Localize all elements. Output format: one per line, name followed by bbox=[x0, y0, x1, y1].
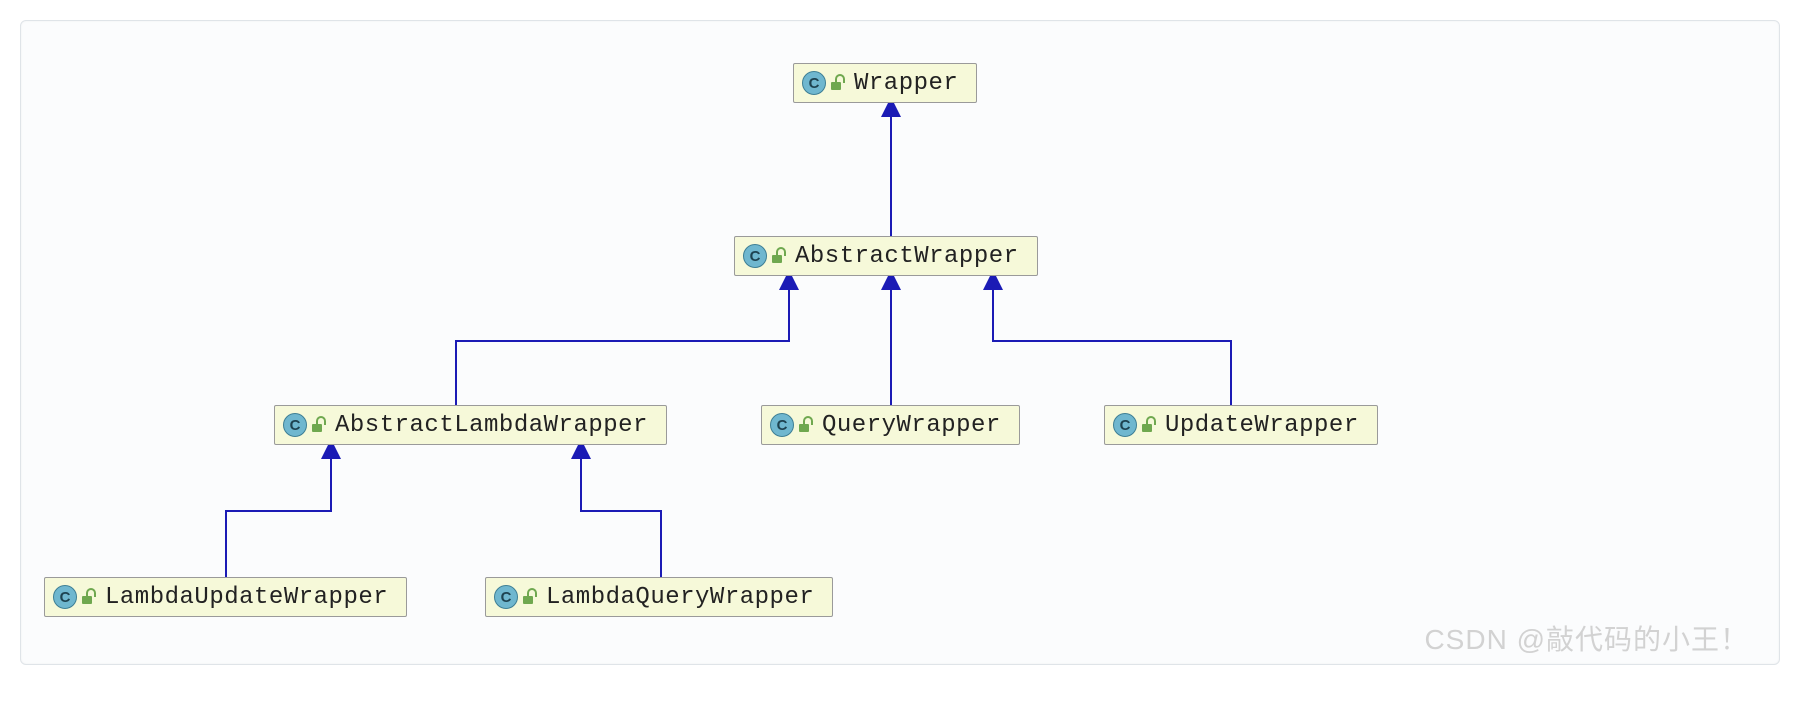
unlock-icon bbox=[311, 418, 325, 432]
hierarchy-arrows bbox=[21, 21, 1779, 664]
unlock-icon bbox=[771, 249, 785, 263]
class-icon: C bbox=[770, 413, 794, 437]
class-label: Wrapper bbox=[854, 70, 958, 97]
class-node-abstractwrapper[interactable]: C AbstractWrapper bbox=[734, 236, 1038, 276]
unlock-icon bbox=[798, 418, 812, 432]
class-node-lambdaquerywrapper[interactable]: C LambdaQueryWrapper bbox=[485, 577, 833, 617]
unlock-icon bbox=[1141, 418, 1155, 432]
class-icon: C bbox=[283, 413, 307, 437]
class-node-wrapper[interactable]: C Wrapper bbox=[793, 63, 977, 103]
class-label: AbstractWrapper bbox=[795, 243, 1019, 270]
class-node-querywrapper[interactable]: C QueryWrapper bbox=[761, 405, 1020, 445]
class-icon: C bbox=[743, 244, 767, 268]
class-icon: C bbox=[494, 585, 518, 609]
class-node-abstractlambdawrapper[interactable]: C AbstractLambdaWrapper bbox=[274, 405, 667, 445]
class-label: QueryWrapper bbox=[822, 412, 1001, 439]
diagram-canvas: C Wrapper C AbstractWrapper C AbstractLa… bbox=[20, 20, 1780, 665]
class-node-updatewrapper[interactable]: C UpdateWrapper bbox=[1104, 405, 1378, 445]
class-icon: C bbox=[53, 585, 77, 609]
class-label: AbstractLambdaWrapper bbox=[335, 412, 648, 439]
unlock-icon bbox=[830, 76, 844, 90]
class-icon: C bbox=[1113, 413, 1137, 437]
unlock-icon bbox=[81, 590, 95, 604]
unlock-icon bbox=[522, 590, 536, 604]
class-label: UpdateWrapper bbox=[1165, 412, 1359, 439]
class-icon: C bbox=[802, 71, 826, 95]
class-label: LambdaQueryWrapper bbox=[546, 584, 814, 611]
class-node-lambdaupdatewrapper[interactable]: C LambdaUpdateWrapper bbox=[44, 577, 407, 617]
watermark-text: CSDN @敲代码的小王！ bbox=[1424, 618, 1749, 658]
class-label: LambdaUpdateWrapper bbox=[105, 584, 388, 611]
